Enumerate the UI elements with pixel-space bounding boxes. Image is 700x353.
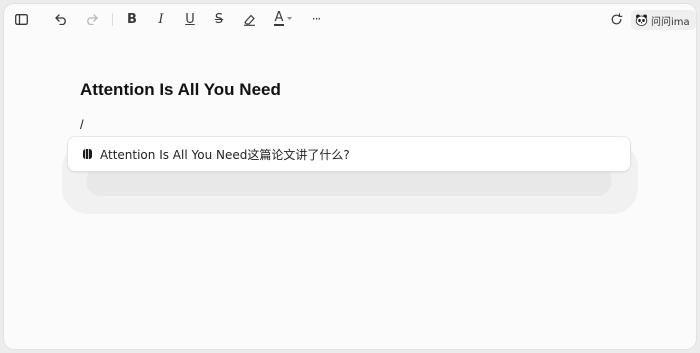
chevron-down-icon [287,17,292,20]
font-color-bar [274,24,284,26]
panda-icon [635,14,648,26]
more-glyph: ··· [311,11,322,26]
toolbar: B I U S A ··· 问问ima [4,4,696,34]
document-title[interactable]: Attention Is All You Need [80,80,281,100]
strikethrough-glyph: S [214,11,224,27]
sidebar-toggle-icon[interactable] [11,10,31,28]
undo-icon[interactable] [51,10,71,28]
refresh-icon[interactable] [606,10,626,28]
highlight-icon[interactable] [239,10,259,28]
ask-ima-button[interactable]: 问问ima [631,10,696,30]
ask-ima-label: 问问ima [651,16,690,28]
ima-logo-icon [82,148,94,160]
toolbar-divider [112,13,113,26]
italic-button[interactable]: I [151,10,171,28]
bold-button[interactable]: B [122,10,142,28]
font-color-button[interactable]: A [270,10,296,28]
editor-window: B I U S A ··· 问问ima Attention Is All You… [4,4,696,349]
strikethrough-button[interactable]: S [209,10,229,28]
more-button[interactable]: ··· [306,10,326,28]
underline-button[interactable]: U [180,10,200,28]
slash-command-input[interactable]: / [80,117,84,132]
underline-glyph: U [185,11,195,27]
bold-glyph: B [127,11,137,27]
suggestion-item[interactable]: Attention Is All You Need这篇论文讲了什么? [68,137,630,171]
italic-glyph: I [158,11,164,27]
suggestion-text: Attention Is All You Need这篇论文讲了什么? [100,147,350,162]
redo-icon[interactable] [81,10,101,28]
font-color-glyph: A [274,10,284,26]
